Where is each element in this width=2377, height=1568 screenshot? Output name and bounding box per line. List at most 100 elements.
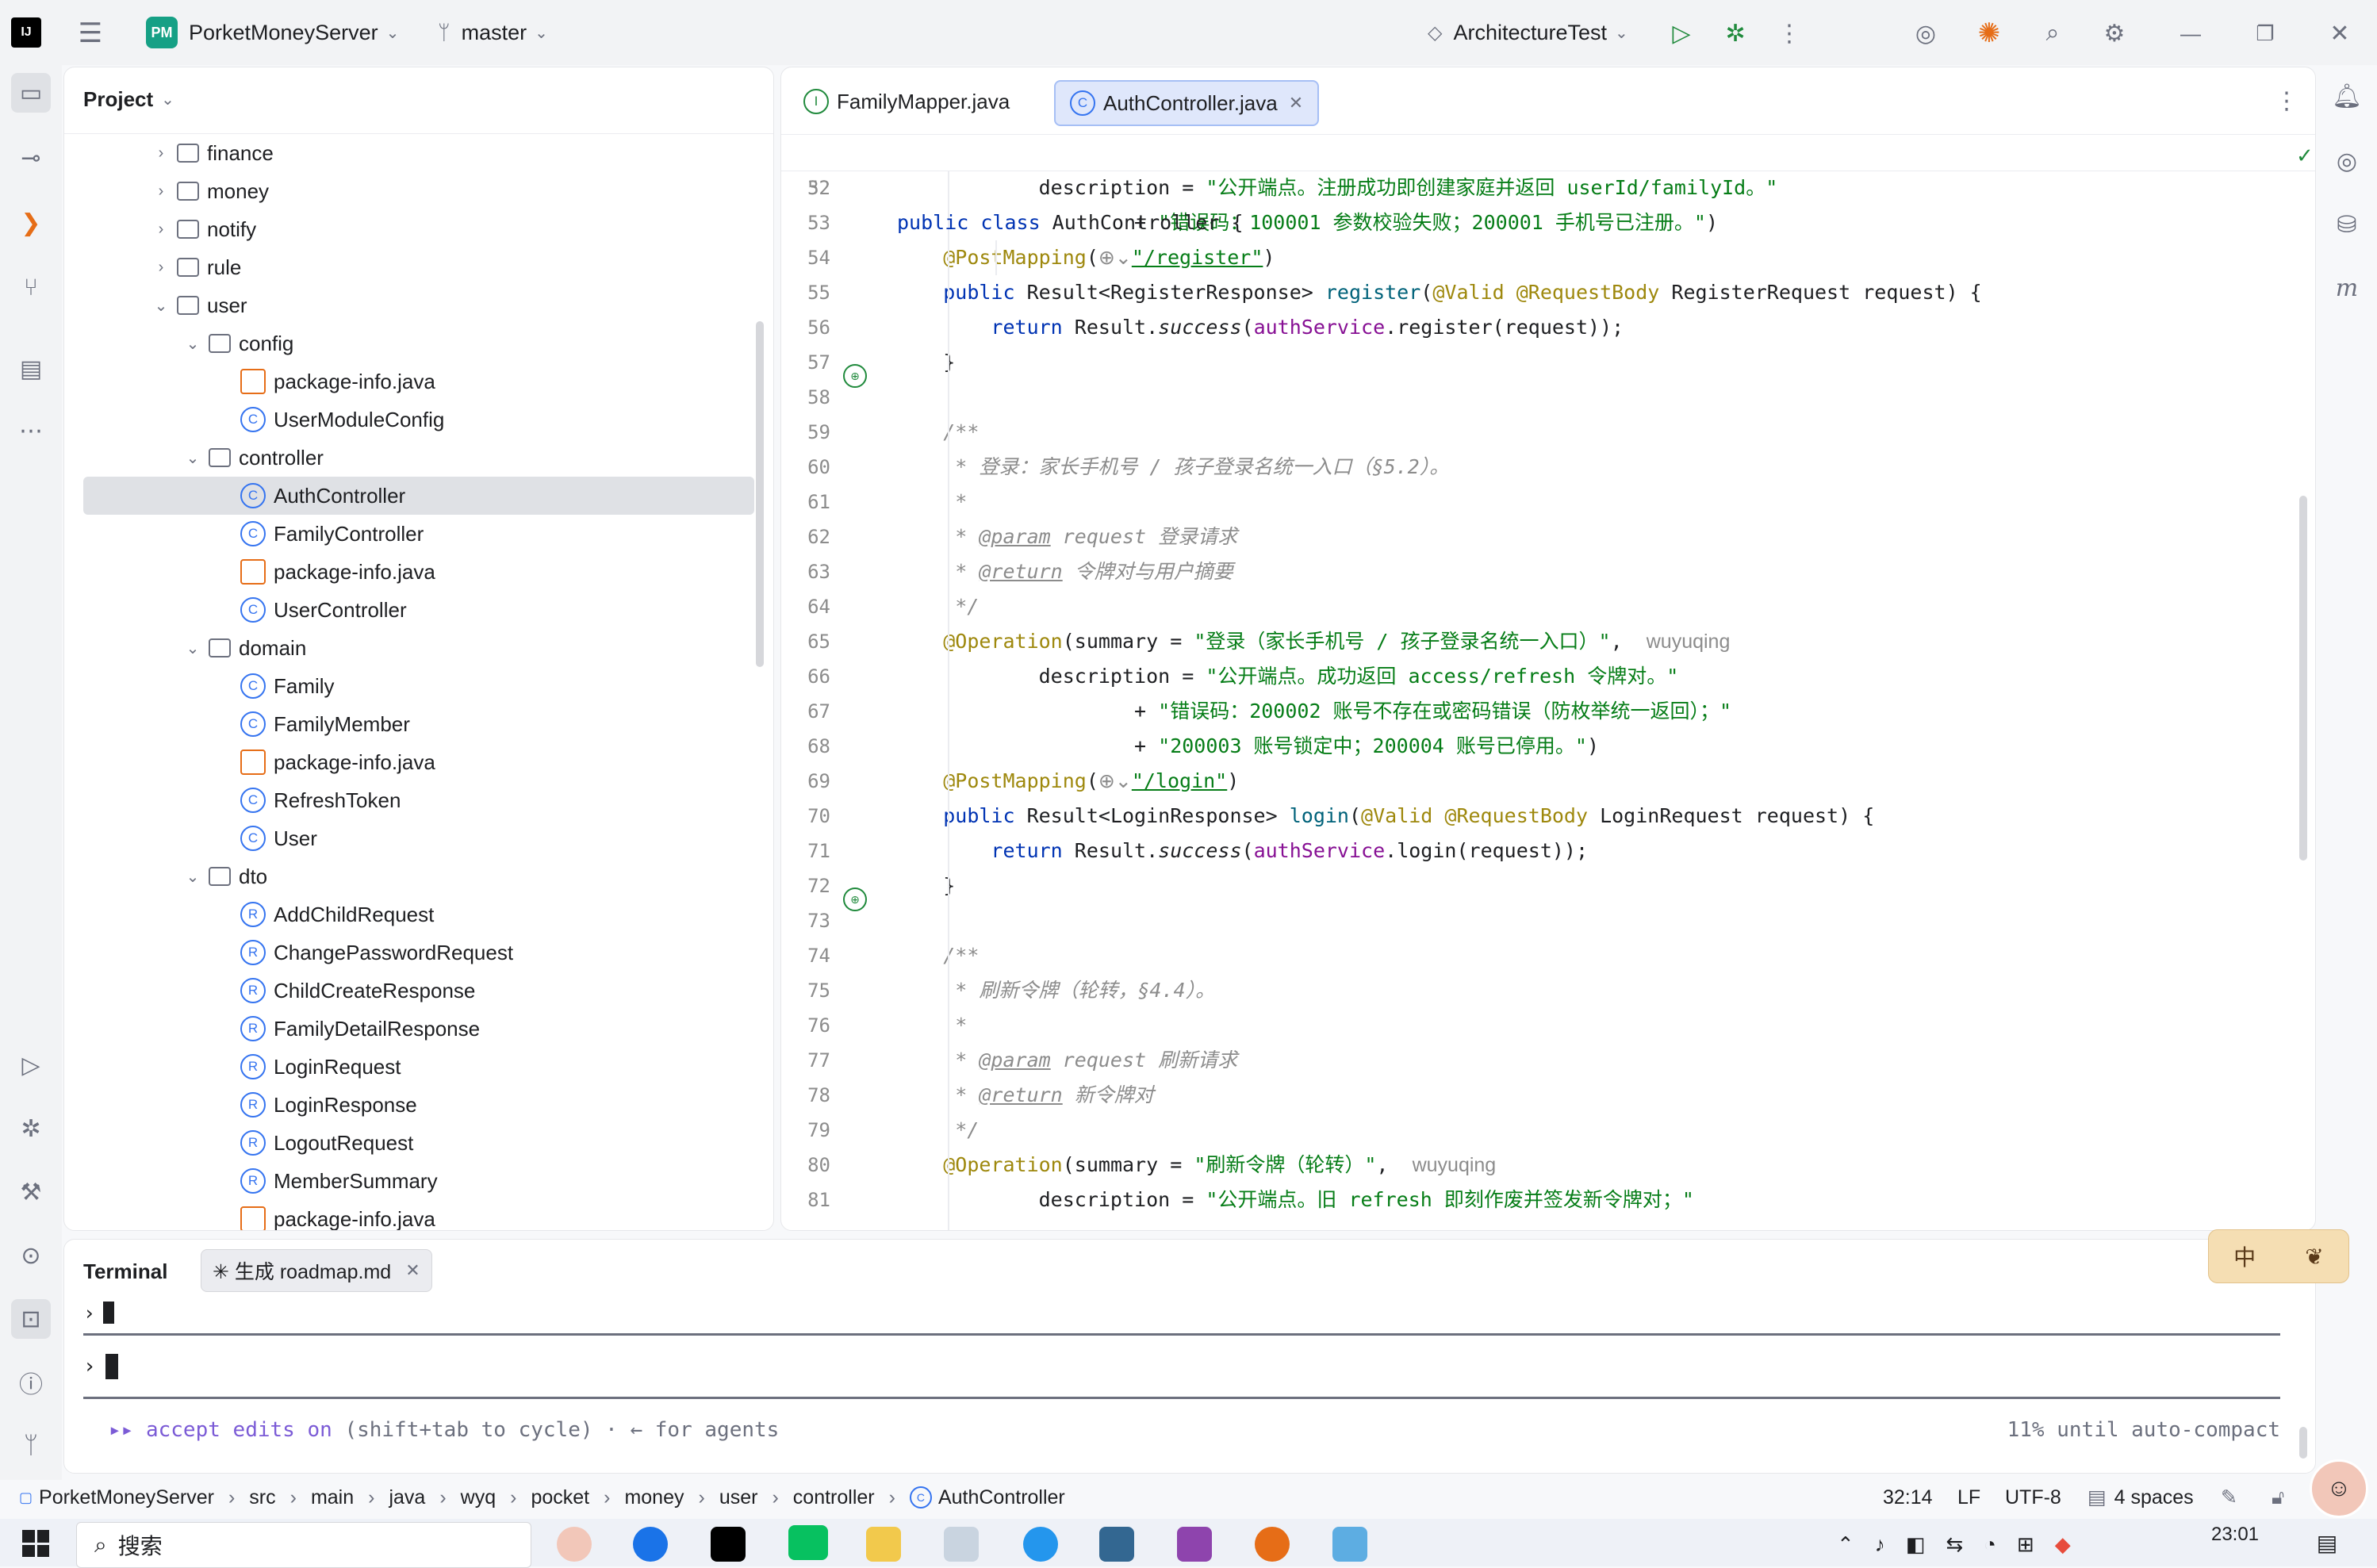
ai-assistant-icon[interactable]: ◎: [1908, 16, 1943, 51]
tree-folder[interactable]: › rule: [64, 248, 754, 286]
claude-icon[interactable]: ✺: [1972, 16, 2007, 51]
breadcrumb-item[interactable]: user: [719, 1486, 758, 1509]
close-tab-icon[interactable]: ✕: [405, 1260, 420, 1281]
main-menu-icon[interactable]: ☰: [73, 16, 108, 51]
tab-options-icon[interactable]: ⋮: [2269, 83, 2304, 118]
code-line[interactable]: 77 * @param request 刷新请求: [781, 1043, 2315, 1078]
file-explorer-icon[interactable]: [866, 1527, 901, 1562]
build-tool-icon[interactable]: ⚒: [11, 1172, 51, 1212]
tree-file[interactable]: R FamilyDetailResponse: [64, 1010, 754, 1048]
clock-time[interactable]: 23:01: [2187, 1519, 2283, 1551]
power-save-icon[interactable]: ✎: [2221, 1480, 2237, 1515]
git-tool-icon[interactable]: ᛘ: [11, 1426, 51, 1466]
close-tab-icon[interactable]: ✕: [1289, 93, 1303, 113]
code-line[interactable]: 72 }: [781, 868, 2315, 903]
endpoint-gutter-icon[interactable]: ⊕: [843, 888, 867, 911]
windows-start-icon[interactable]: [22, 1530, 49, 1557]
commit-tool-icon[interactable]: ⊸: [11, 138, 51, 178]
tree-scrollbar[interactable]: [756, 321, 764, 667]
code-line[interactable]: 65 @Operation(summary = "登录（家长手机号 / 孩子登录…: [781, 624, 2315, 659]
tree-file[interactable]: C FamilyMember: [64, 705, 754, 743]
chevron-down-icon[interactable]: ⌄: [183, 638, 202, 658]
file-encoding[interactable]: UTF-8: [2005, 1480, 2061, 1515]
endpoint-gutter-icon[interactable]: ⊕: [843, 364, 867, 388]
datagrip-icon[interactable]: [1177, 1527, 1212, 1562]
chevron-right-icon[interactable]: ›: [151, 144, 171, 163]
tree-folder[interactable]: ⌄ domain: [64, 629, 754, 667]
run-config-selector[interactable]: ◇ ArchitectureTest ⌄: [1428, 0, 1628, 65]
code-line[interactable]: 59 /**: [781, 415, 2315, 450]
tree-file[interactable]: R MemberSummary: [64, 1162, 754, 1200]
docker-icon[interactable]: [1023, 1527, 1058, 1562]
caret-position[interactable]: 32:14: [1883, 1480, 1933, 1515]
code-line[interactable]: 80 @Operation(summary = "刷新令牌（轮转）", wuyu…: [781, 1148, 2315, 1183]
tray-app-icon[interactable]: ◆: [2055, 1532, 2071, 1557]
code-line[interactable]: 79 */: [781, 1113, 2315, 1148]
structure-tool-icon[interactable]: ▤: [11, 349, 51, 389]
services-tool-icon[interactable]: ⊙: [11, 1236, 51, 1275]
run-icon[interactable]: ▷: [1664, 16, 1699, 51]
line-separator[interactable]: LF: [1957, 1480, 1980, 1515]
code-line[interactable]: 68 + "200003 账号锁定中；200004 账号已停用。"): [781, 729, 2315, 764]
tree-file[interactable]: package-info.java: [64, 553, 754, 591]
branch-switcher[interactable]: ᛘ master ⌄: [438, 0, 548, 65]
maven-icon[interactable]: m: [2327, 268, 2367, 308]
code-line[interactable]: 58: [781, 380, 2315, 415]
debug-tool-icon[interactable]: ✲: [11, 1109, 51, 1148]
breadcrumb-item[interactable]: main: [311, 1486, 354, 1509]
code-line[interactable]: 56 return Result.success(authService.reg…: [781, 310, 2315, 345]
tab-familymapper[interactable]: I FamilyMapper.java: [789, 80, 1024, 123]
claude-taskbar-icon[interactable]: [1255, 1527, 1290, 1562]
app-icon[interactable]: [944, 1527, 979, 1562]
chevron-right-icon[interactable]: ›: [151, 182, 171, 201]
search-icon[interactable]: ⌕: [2035, 16, 2070, 51]
tree-file[interactable]: R AddChildRequest: [64, 895, 754, 934]
code-line[interactable]: 81 description = "公开端点。旧 refresh 即刻作废并签发…: [781, 1183, 2315, 1217]
tree-file[interactable]: R ChangePasswordRequest: [64, 934, 754, 972]
settings-icon[interactable]: ⚙: [2097, 16, 2132, 51]
tree-folder[interactable]: ⌄ config: [64, 324, 754, 362]
tree-file[interactable]: C FamilyController: [64, 515, 754, 553]
terminal-title[interactable]: Terminal: [83, 1252, 167, 1290]
app-icon[interactable]: [1332, 1527, 1367, 1562]
editor-scrollbar[interactable]: [2299, 496, 2307, 861]
wechat-icon[interactable]: [788, 1525, 828, 1560]
tree-file[interactable]: R LoginResponse: [64, 1086, 754, 1124]
breadcrumb-item[interactable]: src: [249, 1486, 275, 1509]
restore-icon[interactable]: ❐: [2248, 16, 2283, 51]
tree-file[interactable]: C UserController: [64, 591, 754, 629]
code-area[interactable]: 32 public class AuthController { 51 @Ope…: [781, 136, 2315, 1230]
ime-widget[interactable]: 中 ❦: [2208, 1229, 2349, 1283]
terminal-session-tab[interactable]: ✳ 生成 roadmap.md ✕: [201, 1249, 432, 1292]
tree-folder[interactable]: › notify: [64, 210, 754, 248]
tree-file[interactable]: C User: [64, 819, 754, 857]
more-actions-icon[interactable]: ⋮: [1772, 16, 1807, 51]
postgres-icon[interactable]: [1099, 1527, 1134, 1562]
close-icon[interactable]: ✕: [2322, 16, 2357, 51]
code-line[interactable]: 75 * 刷新令牌（轮转，§4.4）。: [781, 973, 2315, 1008]
tree-folder[interactable]: ⌄ controller: [64, 439, 754, 477]
tree-folder[interactable]: ⌄ dto: [64, 857, 754, 895]
code-line[interactable]: 57 }: [781, 345, 2315, 380]
chevron-right-icon[interactable]: ›: [151, 259, 171, 277]
pull-requests-icon[interactable]: ⑂: [11, 268, 51, 308]
code-line[interactable]: 67 + "错误码：200002 账号不存在或密码错误（防枚举统一返回）；": [781, 694, 2315, 729]
more-tools-icon[interactable]: ⋯: [11, 411, 51, 450]
breadcrumb-item[interactable]: AuthController: [938, 1486, 1065, 1509]
breadcrumb-item[interactable]: controller: [793, 1486, 875, 1509]
code-line[interactable]: 76 *: [781, 1008, 2315, 1043]
tree-folder[interactable]: › money: [64, 172, 754, 210]
code-line[interactable]: 66 description = "公开端点。成功返回 access/refre…: [781, 659, 2315, 694]
tray-app-icon[interactable]: ⇆: [1946, 1532, 1963, 1557]
minimize-icon[interactable]: —: [2173, 16, 2208, 51]
ai-chat-icon[interactable]: ◎: [2327, 141, 2367, 181]
problems-tool-icon[interactable]: ⓘ: [11, 1363, 51, 1402]
code-line[interactable]: 60 * 登录：家长手机号 / 孩子登录名统一入口（§5.2）。: [781, 450, 2315, 485]
code-line[interactable]: 70 public Result<LoginResponse> login(@V…: [781, 799, 2315, 834]
inspection-ok-icon[interactable]: ✓: [2296, 144, 2314, 168]
tab-authcontroller[interactable]: C AuthController.java ✕: [1054, 80, 1320, 126]
notification-center-icon[interactable]: ▤: [2311, 1527, 2343, 1558]
tree-file[interactable]: R LoginRequest: [64, 1048, 754, 1086]
database-icon[interactable]: ⛁: [2327, 205, 2367, 244]
code-line[interactable]: 69 @PostMapping(⊕⌄"/login"): [781, 764, 2315, 799]
